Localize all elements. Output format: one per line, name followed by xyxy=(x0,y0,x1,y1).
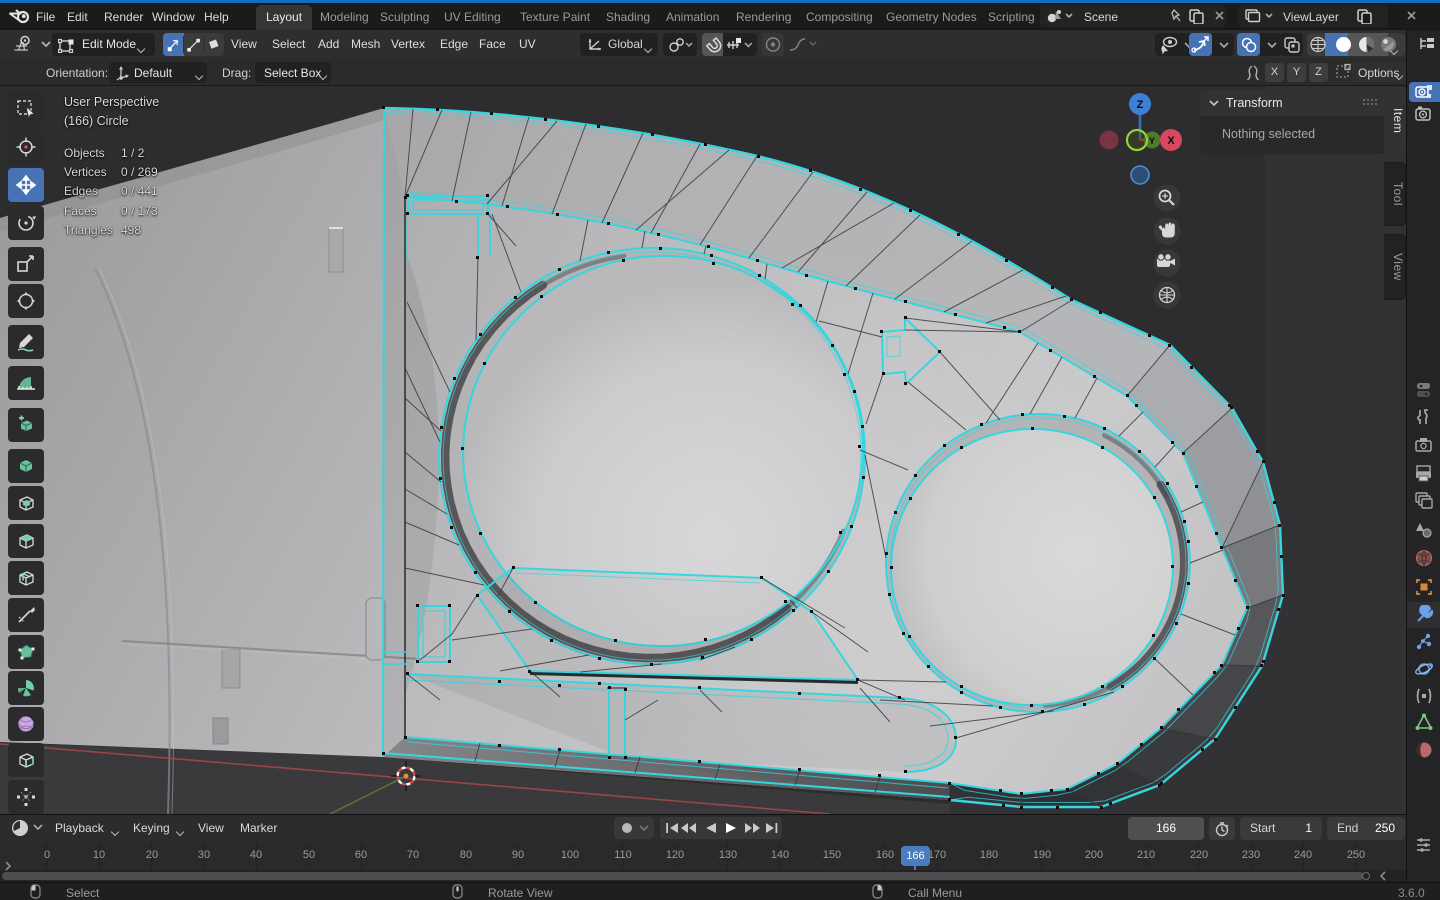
svg-text:Y: Y xyxy=(1149,136,1155,146)
svg-text:Z: Z xyxy=(1137,99,1144,111)
svg-text:X: X xyxy=(1167,135,1175,147)
